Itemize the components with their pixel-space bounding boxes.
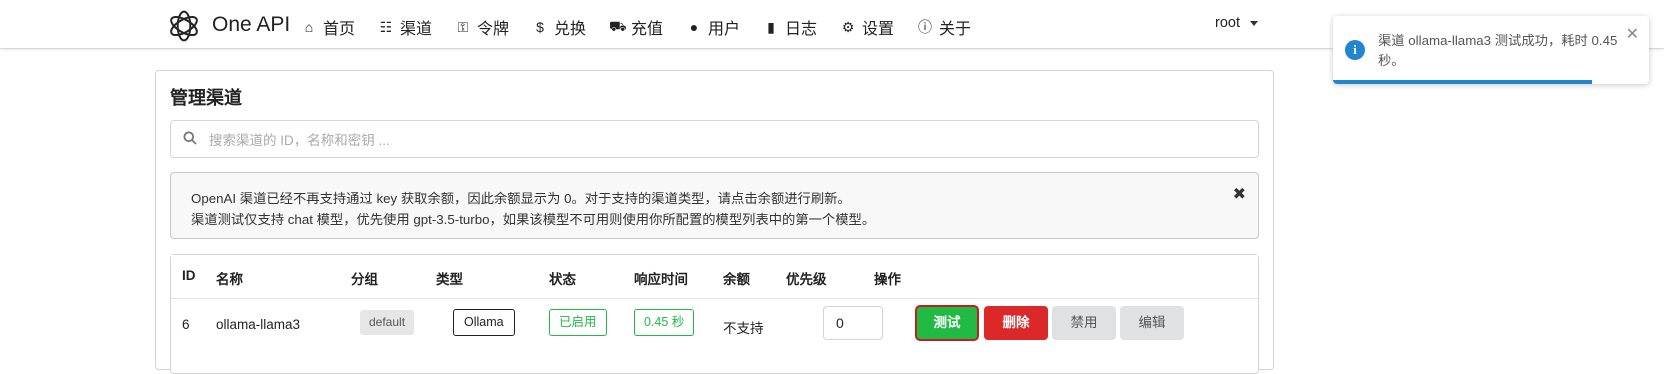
nav-label: 首页 (323, 21, 356, 38)
cell-balance[interactable]: 不支持 (723, 317, 764, 337)
column-header-group[interactable]: 分组 (351, 268, 378, 288)
nav-item-tokens[interactable]: ⚿ 令牌 (455, 15, 509, 39)
priority-input[interactable]: 0 (823, 306, 883, 340)
delete-button[interactable]: 删除 (984, 306, 1048, 340)
response-time-badge[interactable]: 0.45 秒 (634, 309, 695, 336)
nav-item-logs[interactable]: ▮ 日志 (763, 15, 817, 39)
column-header-priority[interactable]: 优先级 (786, 268, 827, 288)
user-icon: ● (689, 19, 699, 35)
notice-line-2: 渠道测试仅支持 chat 模型，优先使用 gpt-3.5-turbo，如果该模型… (191, 212, 876, 227)
group-badge: default (360, 310, 415, 335)
search-icon (183, 131, 197, 145)
info-circle-icon: i (1345, 40, 1365, 60)
nav-label: 兑换 (554, 21, 587, 38)
brand-name[interactable]: One API (212, 13, 290, 37)
nav-label: 渠道 (400, 21, 433, 38)
nav-label: 充值 (631, 21, 664, 38)
user-menu-dropdown[interactable]: root (1215, 15, 1258, 31)
toast-progress-bar (1333, 80, 1593, 84)
openai-logo-icon[interactable] (166, 8, 202, 44)
home-icon: ⌂ (304, 19, 314, 35)
column-header-response-time[interactable]: 响应时间 (634, 268, 688, 288)
test-button[interactable]: 测试 (915, 305, 979, 341)
nav-label: 关于 (939, 21, 972, 38)
nav-label: 日志 (785, 21, 818, 38)
close-icon[interactable]: ✖ (1233, 184, 1246, 204)
nav-item-settings[interactable]: ⚙ 设置 (840, 15, 894, 39)
toast-notification: i 渠道 ollama-llama3 测试成功，耗时 0.45 秒。 ✕ (1333, 16, 1649, 84)
chevron-down-icon (1250, 20, 1258, 26)
cell-name: ollama-llama3 (216, 317, 301, 332)
nav-item-channels[interactable]: ☷ 渠道 (378, 15, 432, 39)
channels-table: ID 名称 分组 类型 状态 响应时间 余额 优先级 操作 6 ollama-l… (170, 254, 1259, 374)
column-header-name[interactable]: 名称 (216, 268, 243, 288)
nav-item-users[interactable]: ● 用户 (686, 15, 740, 39)
nav-label: 用户 (708, 21, 741, 38)
type-badge: Ollama (453, 309, 515, 336)
notice-line-1: OpenAI 渠道已经不再支持通过 key 获取余额，因此余额显示为 0。对于支… (191, 191, 851, 206)
disable-button[interactable]: 禁用 (1052, 306, 1116, 340)
cart-icon: ⛟ (609, 17, 627, 34)
gear-icon: ⚙ (841, 18, 855, 35)
column-header-actions: 操作 (874, 272, 901, 287)
nav-item-redeem[interactable]: $ 兑换 (532, 15, 586, 39)
toast-message: 渠道 ollama-llama3 测试成功，耗时 0.45 秒。 (1378, 33, 1618, 68)
nav-label: 令牌 (477, 21, 510, 38)
search-input[interactable] (209, 128, 1209, 152)
sitemap-icon: ☷ (379, 18, 393, 35)
search-box (170, 120, 1259, 158)
page-title: 管理渠道 (170, 88, 242, 108)
column-header-status[interactable]: 状态 (549, 268, 576, 288)
column-header-balance[interactable]: 余额 (723, 268, 750, 288)
nav-item-about[interactable]: ⓘ 关于 (917, 15, 971, 39)
edit-button[interactable]: 编辑 (1120, 306, 1184, 340)
nav-label: 设置 (862, 21, 895, 38)
column-header-type[interactable]: 类型 (436, 268, 463, 288)
table-header: ID 名称 分组 类型 状态 响应时间 余额 优先级 操作 (171, 255, 1258, 299)
key-icon: ⚿ (457, 18, 469, 35)
status-badge: 已启用 (549, 309, 607, 336)
user-name: root (1215, 15, 1240, 31)
cell-id: 6 (182, 317, 190, 332)
info-notice: OpenAI 渠道已经不再支持通过 key 获取余额，因此余额显示为 0。对于支… (170, 172, 1259, 239)
column-header-id[interactable]: ID (182, 268, 196, 283)
dollar-icon: $ (536, 19, 544, 35)
info-icon: ⓘ (918, 19, 932, 35)
book-icon: ▮ (767, 18, 775, 35)
close-icon[interactable]: ✕ (1626, 24, 1639, 44)
nav-item-topup[interactable]: ⛟ 充值 (609, 15, 663, 39)
nav-item-home[interactable]: ⌂ 首页 (301, 15, 355, 39)
